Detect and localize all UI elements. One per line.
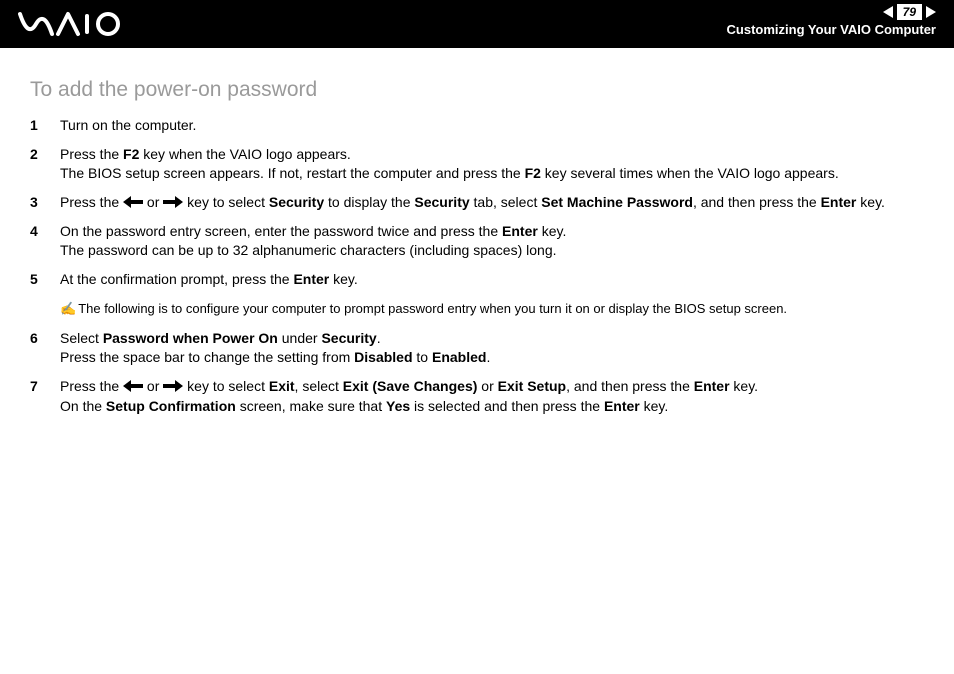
note-block: ✍The following is to configure your comp… — [60, 301, 924, 317]
step-body: Select Password when Power On under Secu… — [60, 329, 924, 367]
content-area: To add the power-on password 1 Turn on t… — [0, 48, 954, 445]
step-6: 6 Select Password when Power On under Se… — [30, 329, 924, 367]
step-number: 4 — [30, 222, 60, 241]
step-5: 5 At the confirmation prompt, press the … — [30, 270, 924, 289]
page-number: 79 — [897, 4, 922, 20]
step-number: 3 — [30, 193, 60, 212]
arrow-left-icon — [123, 378, 143, 397]
arrow-left-icon — [123, 194, 143, 213]
header-bar: 79 Customizing Your VAIO Computer — [0, 0, 954, 48]
step-body: Press the or key to select Exit, select … — [60, 377, 924, 416]
step-3: 3 Press the or key to select Security to… — [30, 193, 924, 213]
step-4: 4 On the password entry screen, enter th… — [30, 222, 924, 260]
step-7: 7 Press the or key to select Exit, selec… — [30, 377, 924, 416]
step-number: 2 — [30, 145, 60, 164]
steps-list: 1 Turn on the computer. 2 Press the F2 k… — [30, 116, 924, 289]
step-number: 6 — [30, 329, 60, 348]
arrow-right-icon — [163, 378, 183, 397]
prev-page-icon[interactable] — [883, 6, 893, 18]
step-body: Press the or key to select Security to d… — [60, 193, 924, 213]
steps-list-cont: 6 Select Password when Power On under Se… — [30, 329, 924, 415]
note-icon: ✍ — [60, 301, 76, 316]
step-number: 7 — [30, 377, 60, 396]
page-heading: To add the power-on password — [30, 78, 924, 102]
step-body: On the password entry screen, enter the … — [60, 222, 924, 260]
step-2: 2 Press the F2 key when the VAIO logo ap… — [30, 145, 924, 183]
arrow-right-icon — [163, 194, 183, 213]
next-page-icon[interactable] — [926, 6, 936, 18]
header-nav: 79 Customizing Your VAIO Computer — [727, 4, 936, 37]
step-number: 5 — [30, 270, 60, 289]
step-1: 1 Turn on the computer. — [30, 116, 924, 135]
section-title: Customizing Your VAIO Computer — [727, 22, 936, 37]
vaio-logo — [18, 10, 128, 43]
step-number: 1 — [30, 116, 60, 135]
step-body: Press the F2 key when the VAIO logo appe… — [60, 145, 924, 183]
step-body: Turn on the computer. — [60, 116, 924, 135]
step-body: At the confirmation prompt, press the En… — [60, 270, 924, 289]
note-text: The following is to configure your compu… — [78, 301, 787, 316]
